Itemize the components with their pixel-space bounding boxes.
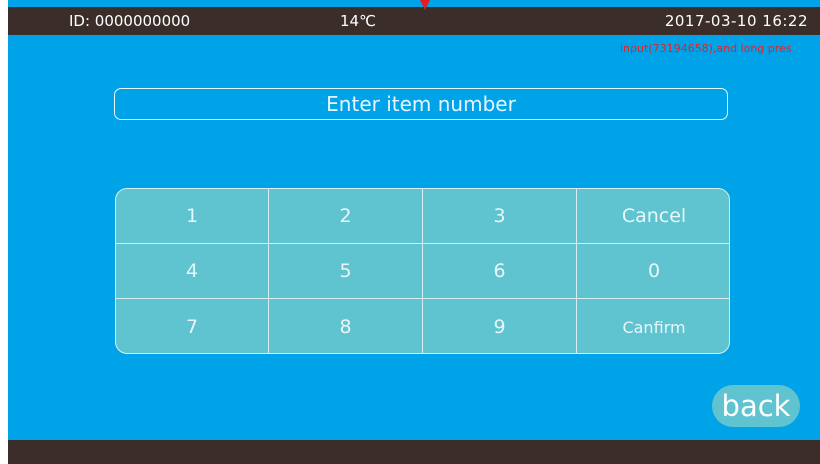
key-4[interactable]: 4 [116,244,269,299]
device-id: ID: 0000000000 [69,12,191,30]
hint-text: input(73194658),and long pres [620,42,792,55]
key-3[interactable]: 3 [423,189,577,244]
datetime: 2017-03-10 16:22 [664,12,808,30]
key-1[interactable]: 1 [116,189,269,244]
key-7[interactable]: 7 [116,299,269,353]
key-9[interactable]: 9 [423,299,577,353]
status-bar: ID: 0000000000 14℃ 2017-03-10 16:22 [8,7,820,35]
key-8[interactable]: 8 [269,299,423,353]
item-number-input[interactable] [114,88,728,120]
confirm-button[interactable]: Canfirm [577,299,729,353]
bottom-bar [8,440,820,464]
back-button[interactable]: back [712,385,800,427]
temperature-readout: 14℃ [340,12,376,30]
key-0[interactable]: 0 [577,244,729,299]
key-2[interactable]: 2 [269,189,423,244]
numeric-keypad: 1 2 3 Cancel 4 5 6 0 7 8 9 Canfirm [115,188,730,354]
pointer-marker-icon [420,0,430,10]
key-6[interactable]: 6 [423,244,577,299]
key-5[interactable]: 5 [269,244,423,299]
cancel-button[interactable]: Cancel [577,189,729,244]
screen: ID: 0000000000 14℃ 2017-03-10 16:22 inpu… [8,0,820,464]
